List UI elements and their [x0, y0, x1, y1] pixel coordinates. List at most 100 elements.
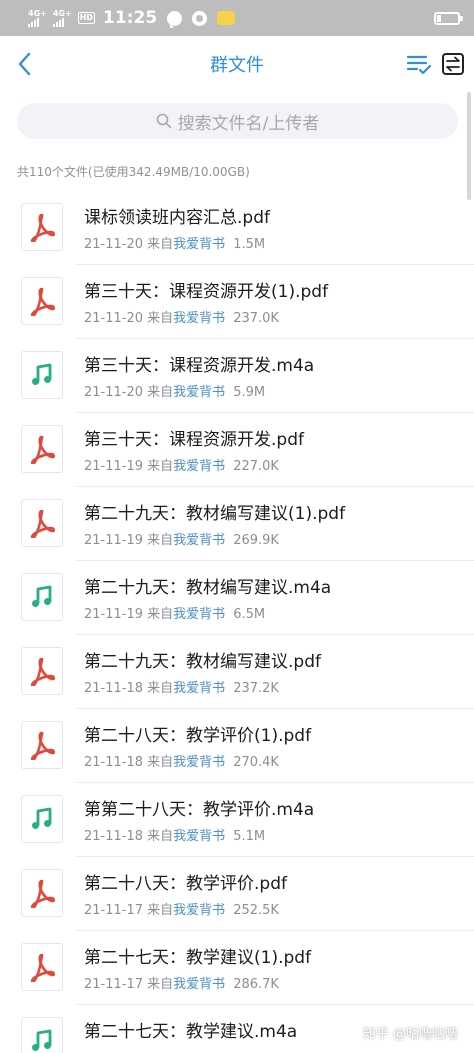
pdf-file-icon — [21, 499, 63, 547]
file-meta: 21-11-19 来自我爱背书 227.0K — [84, 455, 279, 474]
file-date: 21-11-20 — [84, 311, 144, 326]
app-icon — [217, 11, 236, 25]
file-row[interactable]: 第三十天：课程资源开发.pdf 21-11-19 来自我爱背书 227.0K — [0, 413, 474, 487]
pdf-file-icon — [21, 647, 63, 695]
file-name: 课标领读班内容汇总.pdf — [84, 208, 270, 228]
meta-prefix: 来自 — [147, 755, 174, 770]
file-name: 第二十八天：教学评价.pdf — [84, 874, 287, 894]
file-date: 21-11-18 — [84, 829, 144, 844]
file-uploader[interactable]: 我爱背书 — [173, 681, 225, 696]
file-date: 21-11-20 — [84, 237, 144, 252]
file-meta: 21-11-20 来自我爱背书 1.5M — [84, 233, 265, 252]
file-meta: 21-11-18 来自我爱背书 237.2K — [84, 677, 279, 696]
meta-prefix: 来自 — [147, 977, 174, 992]
file-meta: 21-11-17 来自我爱背书 286.7K — [84, 973, 279, 992]
file-size: 227.0K — [233, 459, 279, 474]
chevron-left-icon[interactable] — [12, 50, 40, 78]
file-summary: 共110个文件(已使用342.49MB/10.00GB) — [17, 165, 250, 179]
file-uploader[interactable]: 我爱背书 — [173, 829, 225, 844]
battery-icon — [434, 11, 463, 25]
pdf-file-icon — [21, 721, 63, 769]
status-bar: 4G+ 4G+ HD 11:25 — [0, 0, 474, 36]
sim1-signal: 4G+ — [28, 9, 47, 27]
file-uploader[interactable]: 我爱背书 — [173, 385, 225, 400]
file-row[interactable]: 第二十七天：教学建议(1).pdf 21-11-17 来自我爱背书 286.7K — [0, 931, 474, 1005]
pdf-file-icon — [21, 869, 63, 917]
meta-prefix: 来自 — [147, 385, 174, 400]
audio-file-icon — [21, 795, 63, 843]
meta-prefix: 来自 — [147, 681, 174, 696]
signal-bars-icon — [52, 17, 64, 27]
meta-prefix: 来自 — [147, 903, 174, 918]
sim2-signal: 4G+ — [52, 8, 72, 27]
file-meta: 21-11-20 来自我爱背书 237.0K — [84, 307, 279, 326]
file-row[interactable]: 第二十九天：教材编写建议(1).pdf 21-11-19 来自我爱背书 269.9K — [0, 487, 474, 561]
file-row[interactable]: 第二十八天：教学评价.pdf 21-11-17 来自我爱背书 252.5K — [0, 857, 474, 931]
file-size: 6.5M — [233, 607, 266, 622]
file-row[interactable]: 第二十九天：教材编写建议.pdf 21-11-18 来自我爱背书 237.2K — [0, 635, 474, 709]
scrollbar[interactable] — [467, 92, 471, 200]
file-uploader[interactable]: 我爱背书 — [173, 237, 225, 252]
audio-file-icon — [21, 351, 63, 399]
file-uploader[interactable]: 我爱背书 — [173, 903, 225, 918]
file-size: 237.2K — [233, 681, 279, 696]
file-meta: 21-11-19 来自我爱背书 269.9K — [84, 529, 279, 548]
file-meta: 21-11-18 来自我爱背书 5.1M — [84, 825, 265, 844]
file-row[interactable]: 第三十天：课程资源开发(1).pdf 21-11-20 来自我爱背书 237.0K — [0, 265, 474, 339]
chat-bubble-icon — [167, 10, 183, 28]
status-time: 11:25 — [103, 8, 158, 28]
transfer-icon[interactable] — [440, 51, 466, 77]
file-uploader[interactable]: 我爱背书 — [173, 459, 225, 474]
file-name: 第二十九天：教材编写建议.pdf — [84, 652, 321, 672]
audio-file-icon — [21, 573, 63, 621]
file-name: 第二十九天：教材编写建议(1).pdf — [84, 504, 346, 524]
file-meta: 21-11-19 来自我爱背书 6.5M — [84, 603, 265, 622]
file-size: 5.1M — [233, 829, 266, 844]
sim2-network-label: 4G+ — [52, 8, 72, 18]
file-name: 第三十天：课程资源开发.pdf — [84, 430, 304, 450]
battery-level — [437, 14, 441, 22]
file-name: 第二十七天：教学建议.m4a — [84, 1022, 298, 1042]
file-row[interactable]: 第第二十八天：教学评价.m4a 21-11-18 来自我爱背书 5.1M — [0, 783, 474, 857]
file-meta: 21-11-18 来自我爱背书 270.4K — [84, 751, 279, 770]
file-name: 第三十天：课程资源开发.m4a — [84, 356, 315, 376]
file-row[interactable]: 第二十九天：教材编写建议.m4a 21-11-19 来自我爱背书 6.5M — [0, 561, 474, 635]
file-date: 21-11-19 — [84, 533, 144, 548]
search-icon — [156, 113, 171, 129]
file-row[interactable]: 第三十天：课程资源开发.m4a 21-11-20 来自我爱背书 5.9M — [0, 339, 474, 413]
pdf-file-icon — [21, 277, 63, 325]
meta-prefix: 来自 — [147, 459, 174, 474]
file-uploader[interactable]: 我爱背书 — [173, 607, 225, 622]
file-date: 21-11-19 — [84, 607, 144, 622]
pdf-file-icon — [21, 943, 63, 991]
file-meta: 21-11-17 来自我爱背书 252.5K — [84, 899, 279, 918]
watermark: 知乎 @咕噜咕噜 — [362, 1027, 458, 1042]
file-date: 21-11-18 — [84, 681, 144, 696]
meta-prefix: 来自 — [147, 311, 174, 326]
browser-icon — [192, 10, 208, 26]
file-name: 第二十九天：教材编写建议.m4a — [84, 578, 332, 598]
file-size: 252.5K — [233, 903, 279, 918]
meta-prefix: 来自 — [147, 533, 174, 548]
status-left: 4G+ 4G+ HD 11:25 — [28, 8, 236, 28]
meta-prefix: 来自 — [147, 829, 174, 844]
search-input[interactable]: 搜索文件名/上传者 — [17, 103, 458, 139]
file-size: 5.9M — [233, 385, 266, 400]
hd-badge: HD — [77, 12, 96, 24]
file-uploader[interactable]: 我爱背书 — [173, 311, 225, 326]
sort-check-icon[interactable] — [406, 51, 432, 77]
pdf-file-icon — [21, 425, 63, 473]
file-date: 21-11-19 — [84, 459, 144, 474]
search-placeholder: 搜索文件名/上传者 — [177, 113, 320, 134]
pdf-file-icon — [21, 203, 63, 251]
file-row[interactable]: 第二十八天：教学评价(1).pdf 21-11-18 来自我爱背书 270.4K — [0, 709, 474, 783]
file-uploader[interactable]: 我爱背书 — [173, 755, 225, 770]
file-name: 第第二十八天：教学评价.m4a — [84, 800, 315, 820]
file-row[interactable]: 课标领读班内容汇总.pdf 21-11-20 来自我爱背书 1.5M — [0, 191, 474, 265]
file-size: 286.7K — [233, 977, 279, 992]
file-uploader[interactable]: 我爱背书 — [173, 977, 225, 992]
file-uploader[interactable]: 我爱背书 — [173, 533, 225, 548]
file-date: 21-11-17 — [84, 903, 144, 918]
file-date: 21-11-17 — [84, 977, 144, 992]
audio-file-icon — [21, 1017, 63, 1053]
